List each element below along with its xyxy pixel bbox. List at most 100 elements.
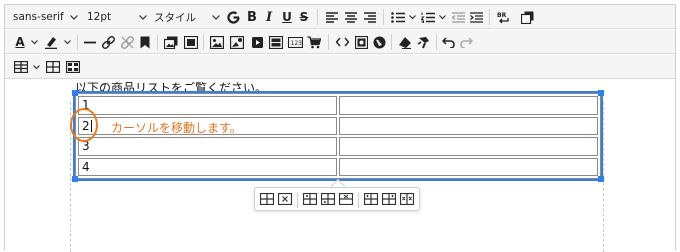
copy-icon[interactable]: [519, 5, 535, 29]
outdent-icon[interactable]: [451, 5, 465, 29]
table-properties-icon[interactable]: [260, 193, 274, 206]
font-family-select[interactable]: sans-serif: [13, 5, 73, 29]
preview-icon[interactable]: [353, 30, 369, 54]
insert-field-icon[interactable]: 123: [287, 30, 303, 54]
bold-button[interactable]: B: [245, 5, 259, 29]
source-code-icon[interactable]: [334, 30, 350, 54]
globe-icon[interactable]: [371, 30, 387, 54]
line-break-icon[interactable]: BR: [495, 5, 511, 29]
image-frame-icon[interactable]: [183, 30, 199, 54]
horizontal-rule-icon[interactable]: [83, 30, 97, 54]
table-cell[interactable]: 1: [78, 96, 337, 115]
chevron-down-icon[interactable]: [31, 55, 41, 79]
google-icon[interactable]: [225, 5, 241, 29]
align-left-icon[interactable]: [325, 5, 339, 29]
align-center-icon[interactable]: [344, 5, 358, 29]
table-layout-icon[interactable]: [65, 55, 81, 79]
bookmark-icon[interactable]: [139, 30, 151, 54]
toolbar-divider: [297, 192, 298, 208]
table-grid-icon[interactable]: [45, 55, 61, 79]
toolbar-divider: [489, 9, 490, 25]
redo-icon[interactable]: [459, 30, 473, 54]
toolbar-divider: [77, 34, 78, 50]
chevron-down-icon[interactable]: [69, 5, 79, 29]
table-row: 3: [78, 137, 598, 156]
toolbar-row-2: A 123: [5, 30, 675, 54]
undo-icon[interactable]: [441, 30, 455, 54]
toolbar-row-3: [5, 55, 675, 79]
bullet-list-icon[interactable]: [391, 5, 405, 29]
text-color-button[interactable]: A: [13, 30, 27, 54]
chevron-down-icon[interactable]: [138, 5, 148, 29]
toolbar-divider: [383, 9, 384, 25]
annotation-text: カーソルを移動します。: [111, 121, 242, 135]
delete-row-icon[interactable]: [339, 193, 353, 206]
underline-button[interactable]: U: [281, 5, 293, 29]
bold-label: B: [247, 9, 257, 25]
chevron-down-icon[interactable]: [437, 5, 447, 29]
font-family-value: sans-serif: [13, 11, 64, 23]
font-size-select[interactable]: 12pt: [87, 5, 127, 29]
image-settings-icon[interactable]: [229, 30, 245, 54]
insert-row-before-icon[interactable]: [303, 193, 317, 206]
underline-label: U: [282, 10, 292, 24]
chevron-down-icon[interactable]: [407, 5, 417, 29]
resize-handle-top-left[interactable]: [72, 90, 78, 96]
eraser-icon[interactable]: [397, 30, 413, 54]
font-size-value: 12pt: [87, 11, 112, 23]
italic-label: I: [265, 9, 273, 25]
insert-column-before-icon[interactable]: [364, 193, 378, 206]
table-cell[interactable]: [339, 116, 598, 135]
toolbar-divider: [328, 34, 329, 50]
image-gallery-icon[interactable]: [163, 30, 179, 54]
link-icon[interactable]: [101, 30, 115, 54]
table-row: 4: [78, 157, 598, 176]
align-right-icon[interactable]: [363, 5, 377, 29]
resize-handle-bottom-left[interactable]: [72, 176, 78, 182]
svg-text:BR: BR: [497, 12, 507, 19]
style-select[interactable]: スタイル: [154, 5, 204, 29]
chevron-down-icon[interactable]: [211, 5, 221, 29]
table-row: 1: [78, 96, 598, 115]
delete-column-icon[interactable]: [400, 193, 414, 206]
highlight-icon[interactable]: [43, 30, 59, 54]
unlink-icon[interactable]: [120, 30, 134, 54]
table-icon[interactable]: [13, 55, 29, 79]
table-cell[interactable]: [339, 157, 598, 176]
insert-image-icon[interactable]: [209, 30, 225, 54]
template-icon[interactable]: [268, 30, 284, 54]
toolbar-divider: [358, 192, 359, 208]
table-cell[interactable]: [339, 96, 598, 115]
insert-column-after-icon[interactable]: [382, 193, 396, 206]
highlight-circle: [70, 108, 98, 142]
italic-button[interactable]: I: [263, 5, 275, 29]
toolbar-divider: [317, 9, 318, 25]
strikethrough-label: S: [299, 10, 309, 24]
table-context-toolbar: [254, 187, 420, 211]
format-painter-icon[interactable]: [416, 30, 432, 54]
table-cell[interactable]: 4: [78, 157, 337, 176]
insert-row-after-icon[interactable]: [321, 193, 335, 206]
style-value: スタイル: [154, 11, 196, 24]
table-cell[interactable]: 3: [78, 137, 337, 156]
svg-text:123: 123: [290, 40, 302, 47]
text-color-letter: A: [15, 34, 25, 49]
toolbar-divider: [436, 34, 437, 50]
toolbar-divider: [391, 34, 392, 50]
resize-handle-top-right[interactable]: [598, 90, 604, 96]
toolbar-row-1: sans-serif 12pt スタイル B I U S BR: [5, 5, 675, 29]
product-table[interactable]: 1 2 3 4: [73, 91, 603, 181]
chevron-down-icon[interactable]: [29, 30, 39, 54]
delete-table-icon[interactable]: [278, 193, 292, 206]
indent-icon[interactable]: [469, 5, 483, 29]
toolbar-divider: [157, 34, 158, 50]
resize-handle-bottom-right[interactable]: [598, 176, 604, 182]
strikethrough-button[interactable]: S: [298, 5, 310, 29]
toolbar-divider: [203, 34, 204, 50]
chevron-down-icon[interactable]: [62, 30, 72, 54]
table-grid: 1 2 3 4: [75, 93, 601, 179]
numbered-list-icon[interactable]: [421, 5, 435, 29]
table-cell[interactable]: [339, 137, 598, 156]
media-icon[interactable]: [250, 30, 264, 54]
cart-icon[interactable]: [306, 30, 322, 54]
